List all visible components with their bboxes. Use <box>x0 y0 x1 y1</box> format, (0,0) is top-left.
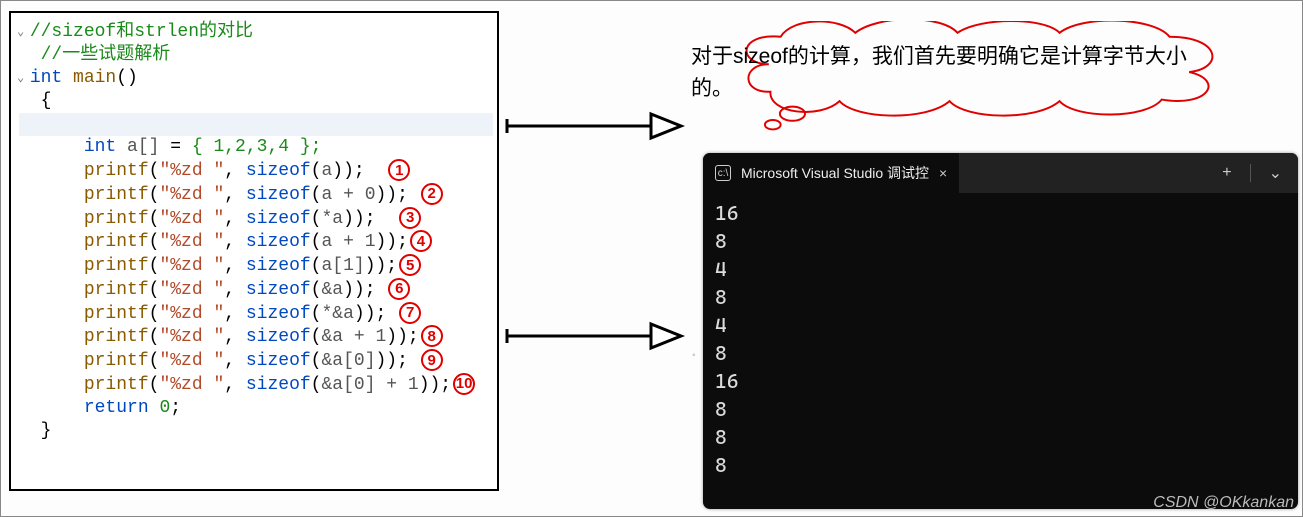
decl-int: int <box>84 137 116 157</box>
marker-8: 8 <box>421 325 443 347</box>
decl-var: a[] <box>127 137 159 157</box>
fn-main: main <box>73 68 116 88</box>
terminal-titlebar: c:\ Microsoft Visual Studio 调试控 × + ⌄ <box>703 153 1298 193</box>
stmt-5: printf("%zd ", sizeof(a[1]));5 <box>19 254 493 278</box>
out-9: 8 <box>715 425 727 449</box>
watermark: CSDN @OKkankan <box>1153 494 1294 512</box>
arrow-to-terminal <box>501 306 701 366</box>
out-1: 16 <box>715 201 738 225</box>
fold-icon: ⌄ <box>17 21 24 44</box>
decl-init: { 1,2,3,4 }; <box>192 137 322 157</box>
stmt-3: printf("%zd ", sizeof(*a)); 3 <box>19 207 493 231</box>
out-5: 4 <box>715 313 727 337</box>
terminal-tab[interactable]: c:\ Microsoft Visual Studio 调试控 × <box>703 153 959 193</box>
marker-4: 4 <box>410 230 432 252</box>
out-2: 8 <box>715 229 727 253</box>
terminal-tab-icon: c:\ <box>715 165 731 181</box>
marker-9: 9 <box>421 349 443 371</box>
kw-int: int <box>30 68 62 88</box>
marker-10: 10 <box>453 373 475 395</box>
cloud-text-line1: 对于sizeof的计算，我们首先要明确它是计算字节大小 <box>691 45 1187 68</box>
cloud-text-line2: 的。 <box>691 77 733 100</box>
marker-7: 7 <box>399 302 421 324</box>
stray-dot: ◦ <box>691 351 697 362</box>
out-10: 8 <box>715 453 727 477</box>
marker-1: 1 <box>388 159 410 181</box>
stmt-2: printf("%zd ", sizeof(a + 0)); 2 <box>19 183 493 207</box>
terminal-tab-title: Microsoft Visual Studio 调试控 <box>741 163 929 183</box>
new-tab-button[interactable]: + <box>1222 164 1231 182</box>
out-6: 8 <box>715 341 727 365</box>
stmt-1: printf("%zd ", sizeof(a)); 1 <box>19 159 493 183</box>
out-4: 8 <box>715 285 727 309</box>
fold-icon: ⌄ <box>17 67 24 90</box>
stmt-8: printf("%zd ", sizeof(&a + 1));8 <box>19 325 493 349</box>
parens: () <box>116 68 138 88</box>
cloud-text: 对于sizeof的计算，我们首先要明确它是计算字节大小 的。 <box>691 41 1291 105</box>
out-8: 8 <box>715 397 727 421</box>
kw-return: return <box>84 398 149 418</box>
tab-close-icon[interactable]: × <box>939 165 947 181</box>
marker-2: 2 <box>421 183 443 205</box>
ret-val: 0 <box>159 398 170 418</box>
terminal-output: 16 8 4 8 4 8 16 8 8 8 <box>703 193 1298 485</box>
marker-6: 6 <box>388 278 410 300</box>
stmt-4: printf("%zd ", sizeof(a + 1));4 <box>19 230 493 254</box>
terminal-window: c:\ Microsoft Visual Studio 调试控 × + ⌄ 16… <box>703 153 1298 509</box>
stmt-6: printf("%zd ", sizeof(&a)); 6 <box>19 278 493 302</box>
out-3: 4 <box>715 257 727 281</box>
stmt-10: printf("%zd ", sizeof(&a[0] + 1));10 <box>19 373 493 397</box>
tab-dropdown-icon[interactable]: ⌄ <box>1269 163 1282 183</box>
out-7: 16 <box>715 369 738 393</box>
code-editor: ⌄ //sizeof和strlen的对比 //一些试题解析 ⌄ int main… <box>9 11 499 491</box>
stmt-7: printf("%zd ", sizeof(*&a)); 7 <box>19 302 493 326</box>
comment-2: //一些试题解析 <box>41 45 171 65</box>
marker-3: 3 <box>399 207 421 229</box>
cursor-line <box>19 113 493 136</box>
stmt-9: printf("%zd ", sizeof(&a[0])); 9 <box>19 349 493 373</box>
comment-1: //sizeof和strlen的对比 <box>30 22 253 42</box>
marker-5: 5 <box>399 254 421 276</box>
